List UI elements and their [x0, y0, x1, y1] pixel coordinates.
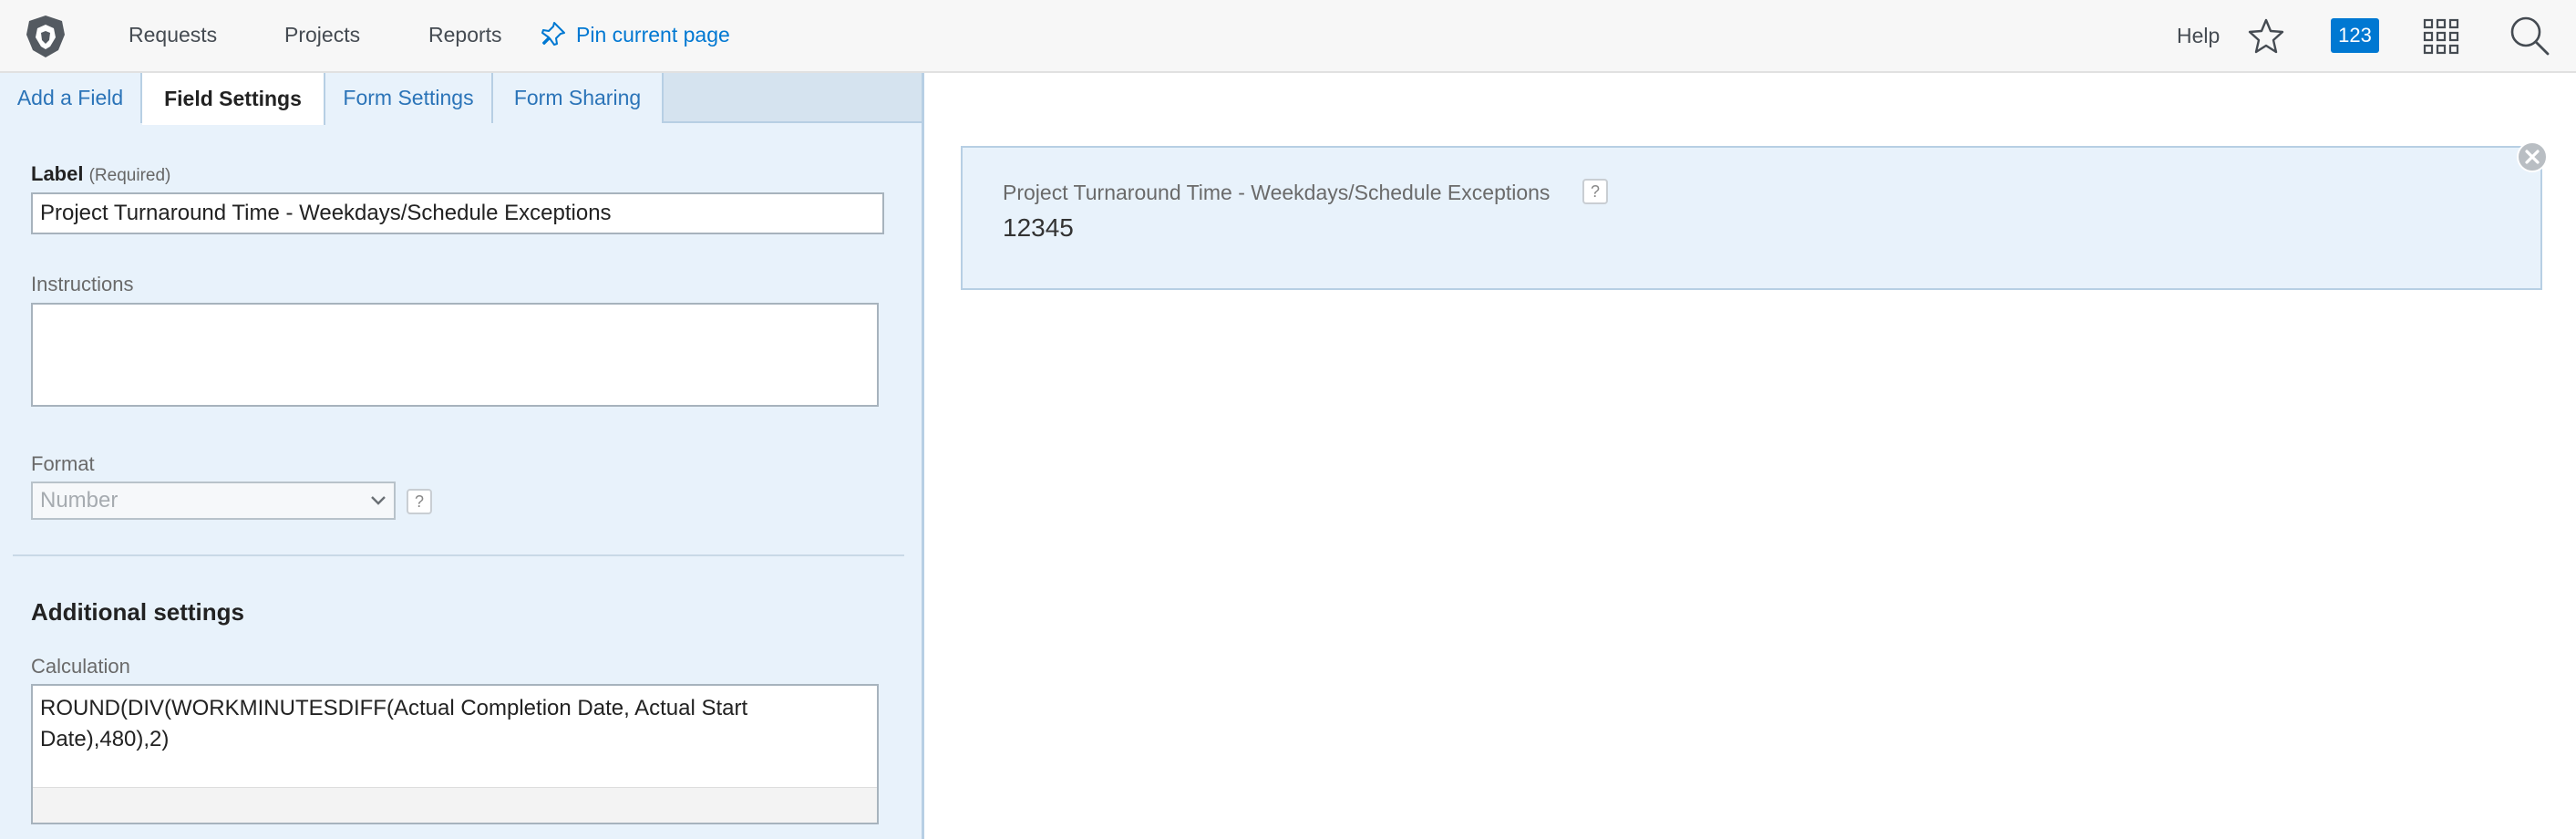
calculation-title: Calculation — [31, 655, 130, 678]
star-icon[interactable] — [2246, 16, 2286, 57]
lion-logo-icon[interactable] — [22, 13, 69, 60]
format-title: Format — [31, 452, 95, 475]
format-select[interactable]: Number — [31, 482, 396, 520]
label-title: Label — [31, 162, 84, 185]
required-hint: (Required) — [88, 166, 171, 185]
tab-field-settings[interactable]: Field Settings — [142, 73, 325, 125]
nav-link-projects[interactable]: Projects — [284, 20, 360, 49]
help-link[interactable]: Help — [2177, 22, 2220, 49]
top-navigation: Requests Projects Reports Pin current pa… — [0, 0, 2576, 73]
preview-help-icon[interactable]: ? — [1582, 179, 1608, 204]
label-field-title: Label (Required) — [31, 162, 170, 186]
preview-field-label: Project Turnaround Time - Weekdays/Sched… — [1003, 181, 1551, 204]
app-grid-icon[interactable] — [2423, 18, 2459, 55]
tab-add-a-field[interactable]: Add a Field — [0, 73, 142, 123]
pin-label: Pin current page — [576, 22, 730, 47]
notification-badge[interactable]: 123 — [2331, 18, 2379, 53]
calculation-editor-footer — [33, 787, 877, 823]
nav-link-reports[interactable]: Reports — [428, 20, 502, 49]
tab-form-settings[interactable]: Form Settings — [325, 73, 493, 123]
additional-settings-title: Additional settings — [31, 598, 244, 626]
pin-current-page-button[interactable]: Pin current page — [540, 20, 730, 49]
remove-field-close-icon[interactable] — [2516, 140, 2549, 173]
nav-link-requests[interactable]: Requests — [129, 20, 217, 49]
format-selected-value: Number — [40, 488, 118, 513]
instructions-textarea[interactable] — [31, 303, 879, 407]
settings-tabs: Add a Field Field Settings Form Settings… — [0, 73, 922, 125]
tab-form-sharing[interactable]: Form Sharing — [493, 73, 664, 123]
search-icon[interactable] — [2509, 15, 2550, 57]
pin-icon — [541, 22, 565, 46]
field-preview-card[interactable]: Project Turnaround Time - Weekdays/Sched… — [961, 146, 2542, 290]
preview-field-value: 12345 — [1003, 213, 1074, 242]
chevron-down-icon — [371, 496, 386, 505]
instructions-title: Instructions — [31, 273, 134, 295]
label-input[interactable] — [31, 192, 884, 234]
format-help-icon[interactable]: ? — [407, 489, 432, 514]
calculation-expression[interactable]: ROUND(DIV(WORKMINUTESDIFF(Actual Complet… — [40, 693, 860, 755]
section-divider — [13, 554, 904, 556]
calculation-editor[interactable]: ROUND(DIV(WORKMINUTESDIFF(Actual Complet… — [31, 684, 879, 824]
